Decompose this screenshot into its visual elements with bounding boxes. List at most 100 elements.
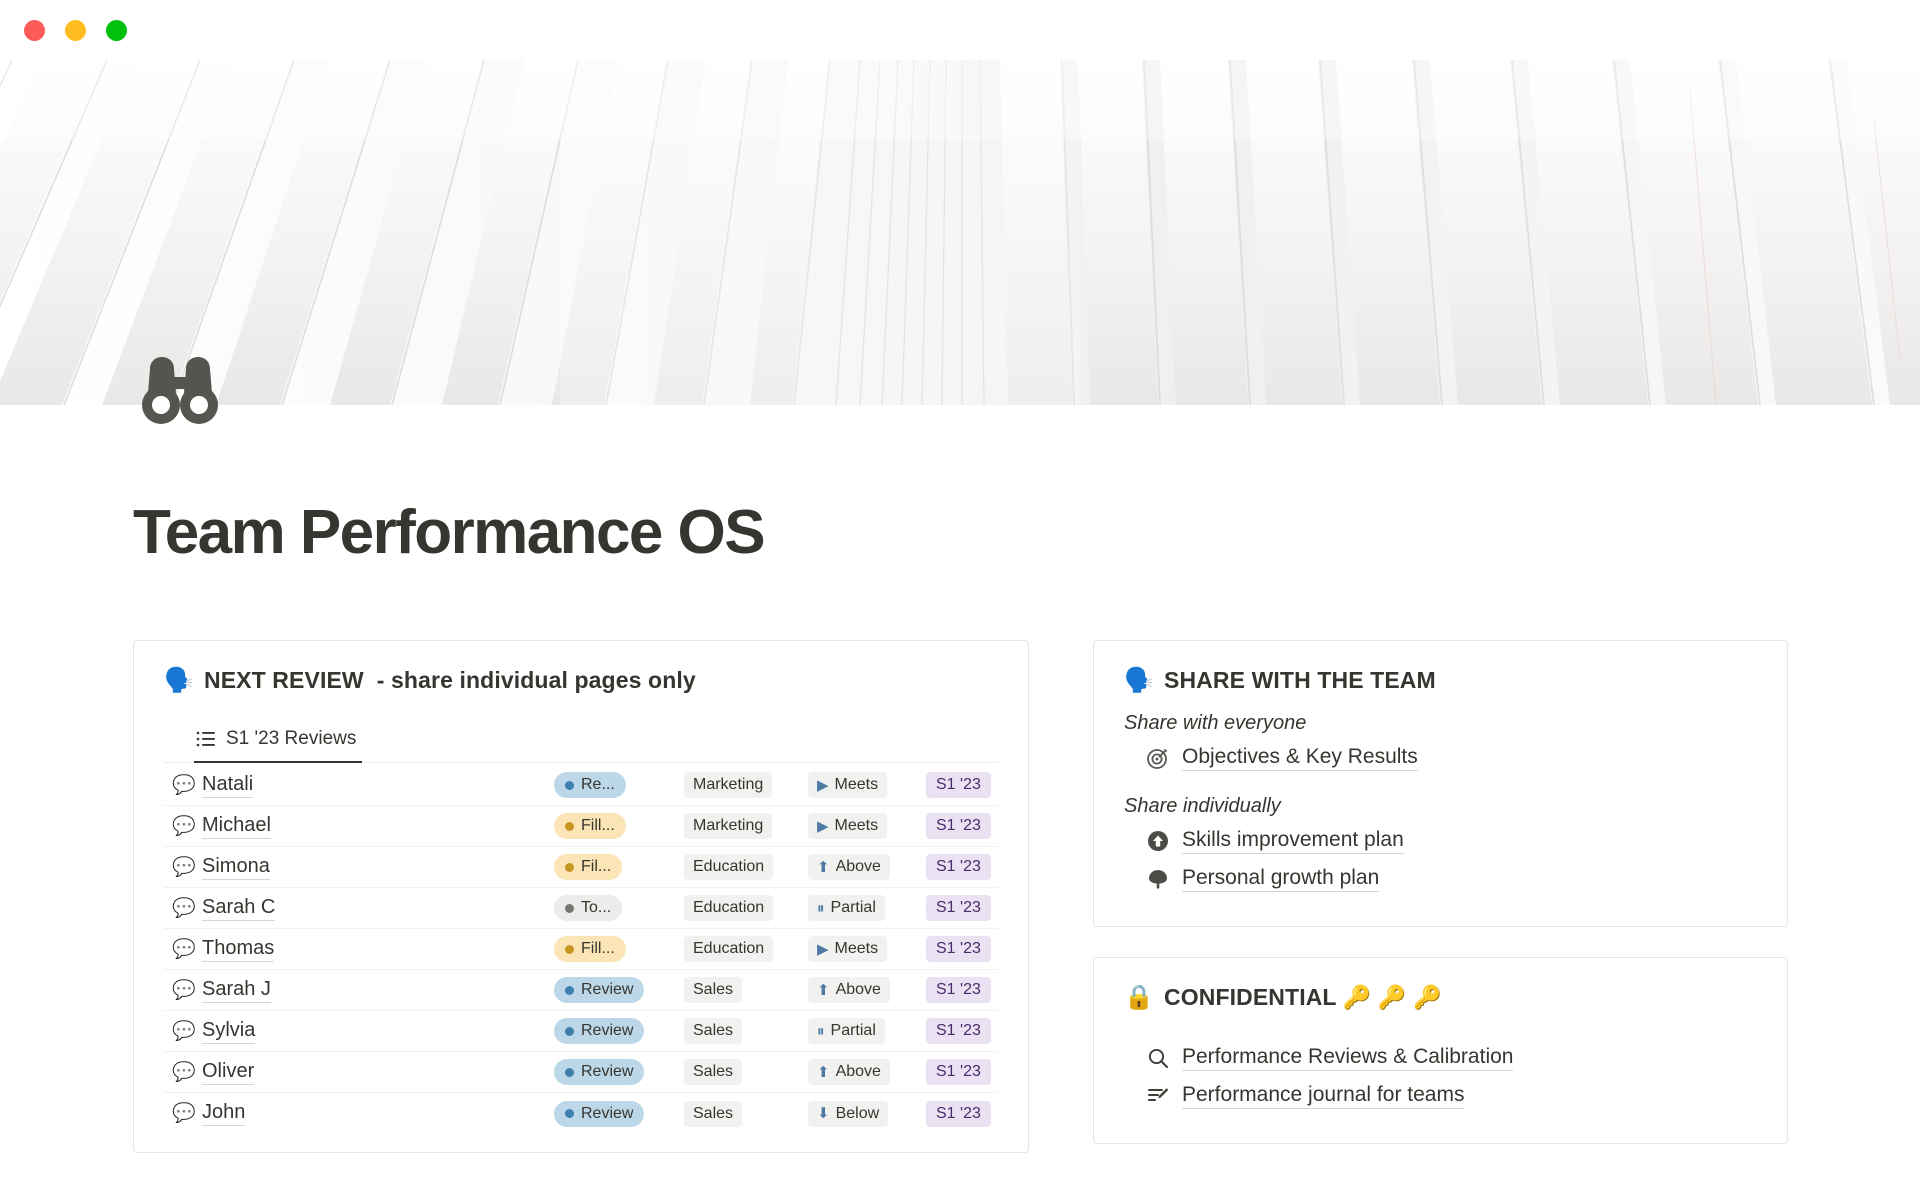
- cell-rating[interactable]: ⬆Above: [808, 977, 914, 1003]
- cell-team[interactable]: Sales: [684, 1018, 796, 1044]
- row-name-link[interactable]: Oliver: [202, 1060, 254, 1085]
- cell-period[interactable]: S1 '23: [926, 895, 992, 921]
- next-review-card: 🗣️ NEXT REVIEW - share individual pages …: [133, 640, 1029, 1153]
- cell-status[interactable]: Review: [554, 1101, 666, 1127]
- table-row[interactable]: 💬ThomasFill...Education▶MeetsS1 '23: [164, 929, 998, 970]
- cell-status[interactable]: Review: [554, 977, 666, 1003]
- status-label: Re...: [581, 776, 615, 794]
- cell-rating[interactable]: ⬆Above: [808, 854, 914, 880]
- minimize-window-button[interactable]: [65, 20, 86, 41]
- cell-team[interactable]: Sales: [684, 977, 796, 1003]
- row-name-link[interactable]: John: [202, 1101, 245, 1126]
- cell-period[interactable]: S1 '23: [926, 772, 992, 798]
- cell-status[interactable]: Fill...: [554, 813, 666, 839]
- rating-direction-icon: ⬇: [817, 1106, 830, 1121]
- link-performance-journal-for-teams[interactable]: Performance journal for teams: [1124, 1077, 1757, 1115]
- cell-period[interactable]: S1 '23: [926, 1059, 992, 1085]
- rating-label: Meets: [835, 940, 879, 958]
- cell-team[interactable]: Marketing: [684, 772, 796, 798]
- cell-status[interactable]: Re...: [554, 772, 666, 798]
- cell-team[interactable]: Education: [684, 936, 796, 962]
- cell-rating[interactable]: ⬇Below: [808, 1101, 914, 1127]
- speech-bubble-icon: 💬: [172, 817, 202, 836]
- cell-team[interactable]: Sales: [684, 1101, 796, 1127]
- team-tag: Marketing: [684, 772, 772, 798]
- status-bullet-icon: [565, 863, 574, 872]
- cell-rating[interactable]: ⏸Partial: [808, 1018, 914, 1044]
- row-name-link[interactable]: Thomas: [202, 937, 274, 962]
- period-tag: S1 '23: [926, 772, 991, 798]
- database-tab-s1-23-reviews[interactable]: S1 '23 Reviews: [194, 724, 362, 763]
- cell-status[interactable]: Review: [554, 1059, 666, 1085]
- team-tag: Sales: [684, 1059, 742, 1085]
- status-badge: Fil...: [554, 854, 622, 880]
- rating-direction-icon: ⬆: [817, 1065, 830, 1080]
- link-label[interactable]: Performance Reviews & Calibration: [1182, 1045, 1513, 1071]
- table-row[interactable]: 💬John Review Sales ⬇Below S1 '23: [164, 1093, 998, 1134]
- cell-rating[interactable]: ▶Meets: [808, 813, 914, 839]
- cell-team[interactable]: Marketing: [684, 813, 796, 839]
- cell-period[interactable]: S1 '23: [926, 813, 992, 839]
- rating-label: Partial: [831, 899, 876, 917]
- cell-status[interactable]: Review: [554, 1018, 666, 1044]
- speech-bubble-icon: 💬: [172, 858, 202, 877]
- status-bullet-icon: [565, 1027, 574, 1036]
- row-name-link[interactable]: Simona: [202, 855, 270, 880]
- rating-direction-icon: ⏸: [817, 901, 825, 916]
- table-row[interactable]: 💬Sarah JReviewSales⬆AboveS1 '23: [164, 970, 998, 1011]
- status-bullet-icon: [565, 781, 574, 790]
- cell-rating[interactable]: ▶Meets: [808, 936, 914, 962]
- maximize-window-button[interactable]: [106, 20, 127, 41]
- table-row[interactable]: 💬OliverReviewSales⬆AboveS1 '23: [164, 1052, 998, 1093]
- row-name-link[interactable]: Sarah J: [202, 978, 271, 1003]
- row-name-link[interactable]: Sylvia: [202, 1019, 255, 1044]
- rating-tag: ⏸ Partial: [808, 895, 885, 921]
- status-bullet-icon: [565, 822, 574, 831]
- cell-period[interactable]: S1 '23: [926, 854, 992, 880]
- period-tag: S1 '23: [926, 1018, 991, 1044]
- status-bullet-icon: [565, 986, 574, 995]
- row-name-link[interactable]: Natali: [202, 773, 253, 798]
- speech-bubble-icon: 💬: [172, 1022, 202, 1041]
- cell-team[interactable]: Sales: [684, 1059, 796, 1085]
- cell-team[interactable]: Education: [684, 854, 796, 880]
- row-name-link[interactable]: Michael: [202, 814, 271, 839]
- next-review-title-text: NEXT REVIEW: [204, 667, 364, 693]
- cell-team[interactable]: Education: [684, 895, 796, 921]
- cell-status[interactable]: Fill...: [554, 936, 666, 962]
- link-label[interactable]: Performance journal for teams: [1182, 1083, 1464, 1109]
- cell-status[interactable]: To...: [554, 895, 666, 921]
- table-row[interactable]: 💬NataliRe...Marketing▶MeetsS1 '23: [164, 765, 998, 806]
- close-window-button[interactable]: [24, 20, 45, 41]
- cell-period[interactable]: S1 '23: [926, 977, 992, 1003]
- rating-label: Meets: [835, 817, 879, 835]
- share-with-team-header: 🗣️ SHARE WITH THE TEAM: [1124, 667, 1757, 694]
- table-row[interactable]: 💬Michael Fill... Marketing ▶Meets S1 '23: [164, 806, 998, 847]
- table-row[interactable]: 💬Simona Fil... Education ⬆Above S1 '23: [164, 847, 998, 888]
- link-label[interactable]: Skills improvement plan: [1182, 828, 1404, 854]
- cell-status[interactable]: Fil...: [554, 854, 666, 880]
- rating-tag: ⬆Above: [808, 1059, 890, 1085]
- binoculars-icon[interactable]: [134, 355, 226, 425]
- link-objectives-key-results[interactable]: Objectives & Key Results: [1124, 739, 1757, 777]
- link-performance-reviews-calibration[interactable]: Performance Reviews & Calibration: [1124, 1039, 1757, 1077]
- cell-rating[interactable]: ⏸ Partial: [808, 895, 914, 921]
- confidential-header: 🔒 CONFIDENTIAL 🔑 🔑 🔑: [1124, 984, 1757, 1011]
- cell-period[interactable]: S1 '23: [926, 936, 992, 962]
- people-speaking-icon: 🗣️: [1124, 669, 1150, 693]
- speech-bubble-icon: 💬: [172, 1104, 202, 1123]
- cell-period[interactable]: S1 '23: [926, 1101, 992, 1127]
- link-personal-growth-plan[interactable]: Personal growth plan: [1124, 860, 1757, 898]
- link-label[interactable]: Objectives & Key Results: [1182, 745, 1418, 771]
- cell-rating[interactable]: ⬆Above: [808, 1059, 914, 1085]
- table-row[interactable]: 💬Sarah CTo...Education⏸PartialS1 '23: [164, 888, 998, 929]
- link-skills-improvement-plan[interactable]: Skills improvement plan: [1124, 822, 1757, 860]
- cell-period[interactable]: S1 '23: [926, 1018, 992, 1044]
- share-individually-label: Share individually: [1124, 795, 1757, 818]
- status-bullet-icon: [565, 1068, 574, 1077]
- rating-direction-icon: ▶: [817, 778, 829, 793]
- cell-rating[interactable]: ▶Meets: [808, 772, 914, 798]
- link-label[interactable]: Personal growth plan: [1182, 866, 1379, 892]
- row-name-link[interactable]: Sarah C: [202, 896, 275, 921]
- table-row[interactable]: 💬Sylvia Review Sales ⏸Partial S1 '23: [164, 1011, 998, 1052]
